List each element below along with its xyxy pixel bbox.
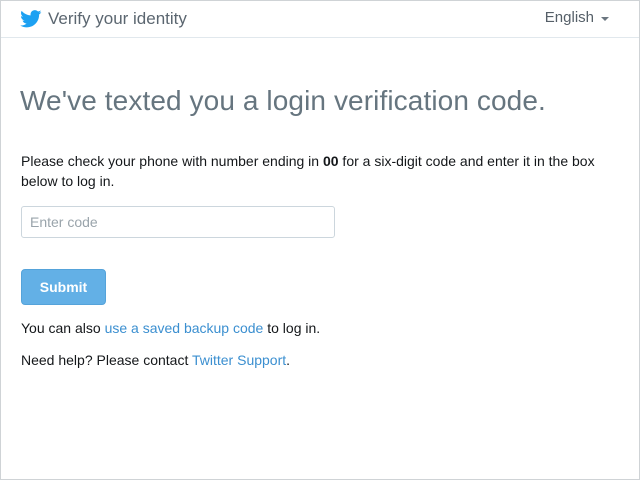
phone-digits: 00	[322, 153, 339, 169]
language-selector[interactable]: English	[545, 9, 609, 26]
help-after: .	[286, 352, 291, 368]
verification-page: Verify your identity English We've texte…	[0, 0, 640, 480]
backup-before: You can also	[21, 320, 105, 336]
backup-code-link[interactable]: use a saved backup code	[105, 320, 264, 336]
help-before: Need help? Please contact	[21, 352, 192, 368]
backup-code-line: You can also use a saved backup code to …	[21, 320, 320, 336]
code-input[interactable]	[21, 206, 335, 238]
instructions-text: Please check your phone with number endi…	[21, 151, 611, 191]
twitter-support-link[interactable]: Twitter Support	[192, 352, 286, 368]
brand: Verify your identity	[20, 7, 187, 31]
caret-down-icon	[601, 16, 609, 21]
help-line: Need help? Please contact Twitter Suppor…	[21, 352, 290, 368]
submit-button[interactable]: Submit	[21, 269, 106, 305]
backup-after: to log in.	[263, 320, 321, 336]
instructions-before: Please check your phone with number endi…	[21, 153, 323, 169]
twitter-bird-icon	[20, 10, 42, 28]
language-label: English	[544, 9, 594, 26]
page-heading: We've texted you a login verification co…	[20, 85, 546, 116]
header-title: Verify your identity	[48, 9, 187, 28]
top-bar: Verify your identity English	[1, 1, 639, 38]
